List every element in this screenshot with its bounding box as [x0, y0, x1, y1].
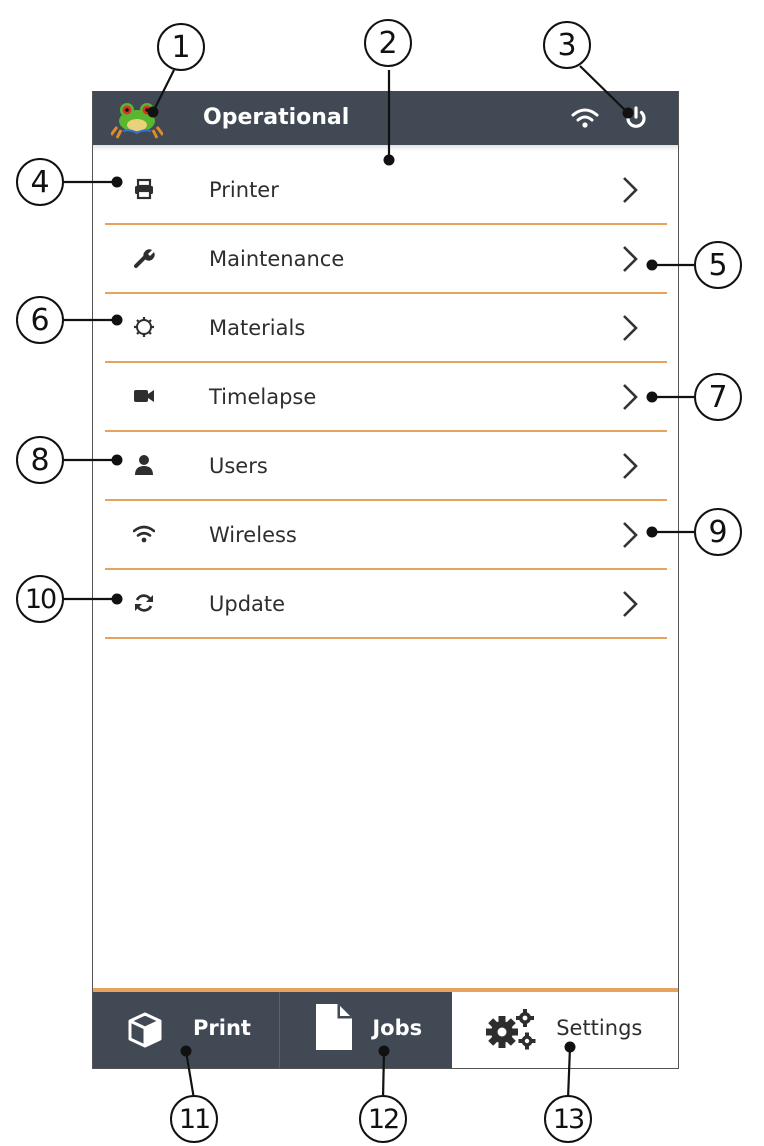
menu-item-label: Maintenance: [209, 247, 345, 271]
menu-item-maintenance[interactable]: Maintenance: [105, 225, 667, 294]
tab-jobs[interactable]: Jobs: [280, 992, 453, 1068]
menu-item-label: Printer: [209, 178, 279, 202]
video-camera-icon: [134, 390, 154, 402]
menu-item-timelapse[interactable]: Timelapse: [105, 363, 667, 432]
menu-item-label: Materials: [209, 316, 306, 340]
callout-11: 11: [170, 1095, 218, 1143]
menu-item-materials[interactable]: Materials: [105, 294, 667, 363]
gears-icon: [486, 1009, 536, 1050]
chevron-right-icon: [623, 453, 638, 479]
callout-10: 10: [16, 575, 64, 623]
menu-item-users[interactable]: Users: [105, 432, 667, 501]
printer-icon: [135, 178, 153, 200]
status-title: Operational: [203, 105, 350, 130]
menu-item-update[interactable]: Update: [105, 570, 667, 639]
callout-3: 3: [543, 21, 591, 69]
wrench-icon: [134, 249, 155, 268]
menu-item-label: Update: [209, 592, 286, 616]
wifi-status-icon: [571, 108, 599, 128]
chevron-right-icon: [623, 522, 638, 548]
callout-6: 6: [16, 296, 64, 344]
chevron-right-icon: [623, 315, 638, 341]
callout-13: 13: [544, 1095, 592, 1143]
callout-12: 12: [359, 1095, 407, 1143]
power-icon[interactable]: [623, 105, 649, 131]
callout-2: 2: [364, 19, 412, 67]
document-icon: [316, 1004, 353, 1050]
menu-item-printer[interactable]: Printer: [105, 156, 667, 225]
gear-outline-icon: [134, 317, 154, 337]
tab-label: Jobs: [372, 1016, 423, 1040]
tab-label: Print: [193, 1016, 251, 1040]
chevron-right-icon: [623, 384, 638, 410]
cube-icon: [128, 1012, 162, 1048]
chevron-right-icon: [623, 177, 638, 203]
menu-item-wireless[interactable]: Wireless: [105, 501, 667, 570]
bottom-tab-bar: Print Jobs Settings: [93, 988, 679, 1068]
wifi-icon: [133, 525, 155, 543]
status-bar: Operational: [93, 91, 678, 151]
status-bar-shadow: [93, 145, 678, 151]
refresh-icon: [135, 594, 153, 612]
chevron-right-icon: [623, 591, 638, 617]
menu-item-label: Users: [209, 454, 268, 478]
chevron-right-icon: [623, 246, 638, 272]
callout-5: 5: [694, 241, 742, 289]
callout-9: 9: [694, 508, 742, 556]
user-icon: [135, 455, 153, 475]
callout-4: 4: [16, 158, 64, 206]
menu-item-label: Timelapse: [209, 385, 317, 409]
tab-print[interactable]: Print: [93, 992, 279, 1068]
callout-7: 7: [694, 373, 742, 421]
tab-label: Settings: [556, 1016, 643, 1040]
callout-8: 8: [16, 436, 64, 484]
printer-screen: Operational Printer Maintenance Material…: [92, 91, 679, 1069]
tab-settings[interactable]: Settings: [452, 992, 679, 1068]
menu-item-label: Wireless: [209, 523, 297, 547]
frog-logo-icon[interactable]: [111, 97, 163, 139]
callout-1: 1: [157, 23, 205, 71]
settings-menu: Printer Maintenance Materials Timelapse …: [105, 156, 667, 639]
